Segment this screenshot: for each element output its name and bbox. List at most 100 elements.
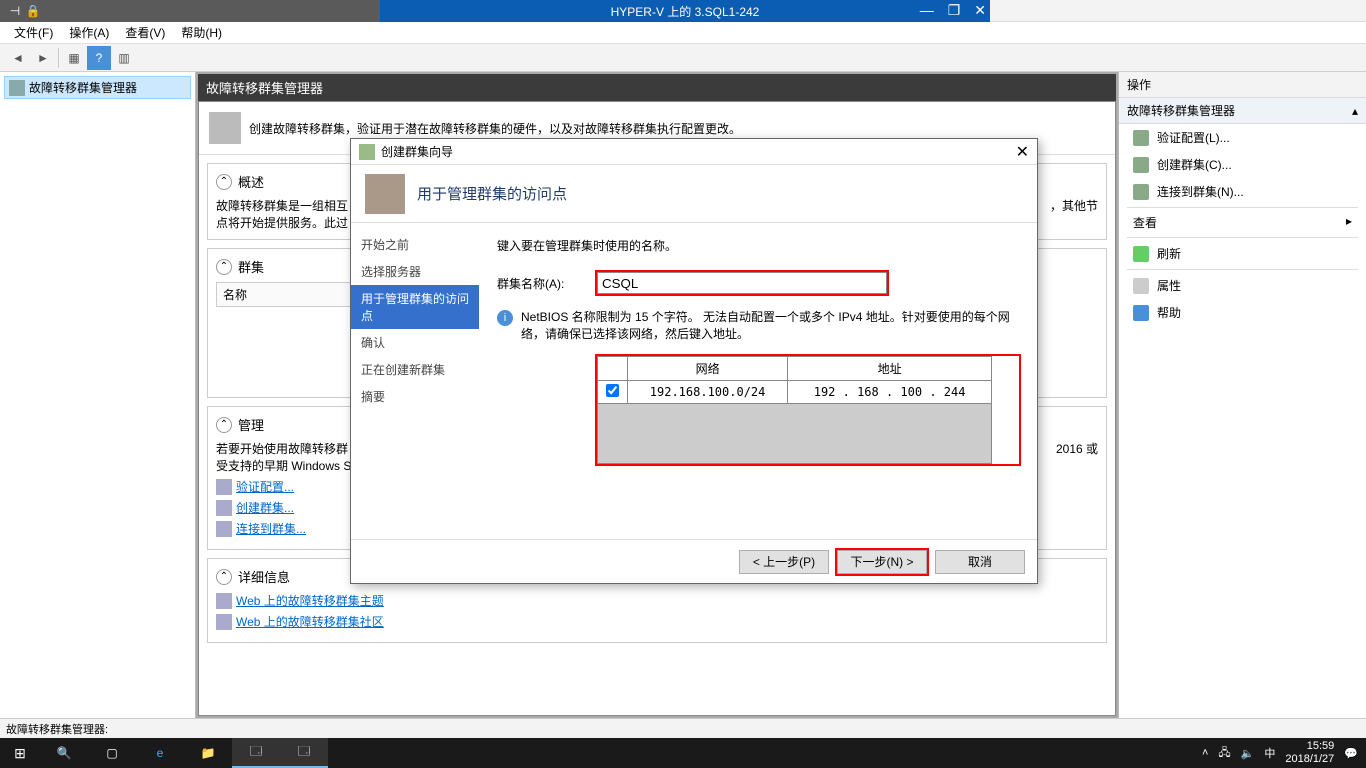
tray-volume-icon[interactable]: 🔈 bbox=[1241, 747, 1255, 760]
cluster-name-input[interactable] bbox=[597, 272, 887, 294]
wizard-titlebar: 创建群集向导 ✕ bbox=[351, 139, 1037, 165]
wizard-header-icon bbox=[365, 174, 405, 214]
toolbar-forward-button[interactable]: ► bbox=[31, 46, 55, 70]
taskbar-clock[interactable]: 15:59 2018/1/27 bbox=[1285, 740, 1334, 766]
validate-icon bbox=[216, 479, 232, 495]
action-connect-cluster[interactable]: 连接到群集(N)... bbox=[1119, 178, 1366, 205]
vm-title-text: HYPER-V 上的 3.SQL1-242 bbox=[380, 3, 990, 20]
mmc-tree-pane: 故障转移群集管理器 bbox=[0, 72, 196, 718]
tray-up-icon[interactable]: ˄ bbox=[1202, 747, 1208, 759]
toolbar-show-hide-tree-button[interactable]: ▦ bbox=[62, 46, 86, 70]
netbios-info-row: i NetBIOS 名称限制为 15 个字符。 无法自动配置一个或多个 IPv4… bbox=[497, 308, 1019, 342]
action-separator bbox=[1127, 207, 1358, 208]
action-separator bbox=[1127, 269, 1358, 270]
action-properties[interactable]: 属性 bbox=[1119, 272, 1366, 299]
refresh-icon bbox=[1133, 246, 1149, 262]
start-button[interactable]: ⊞ bbox=[0, 738, 40, 768]
link-web-community[interactable]: Web 上的故障转移群集社区 bbox=[216, 613, 1098, 630]
wizard-main: 键入要在管理群集时使用的名称。 群集名称(A): i NetBIOS 名称限制为… bbox=[479, 223, 1037, 539]
toolbar-back-button[interactable]: ◄ bbox=[6, 46, 30, 70]
tree-root-cluster-manager[interactable]: 故障转移群集管理器 bbox=[4, 76, 191, 99]
network-value: 192.168.100.0/24 bbox=[628, 381, 788, 404]
wizard-title-text: 创建群集向导 bbox=[381, 143, 453, 160]
action-create-cluster[interactable]: 创建群集(C)... bbox=[1119, 151, 1366, 178]
taskbar-ie[interactable]: e bbox=[136, 738, 184, 768]
wizard-body: 开始之前 选择服务器 用于管理群集的访问点 确认 正在创建新群集 摘要 键入要在… bbox=[351, 223, 1037, 539]
vm-pin-icon[interactable]: ⊣ bbox=[6, 4, 24, 18]
manage-text: 若要开始使用故障转移群 受支持的早期 Windows S bbox=[216, 440, 351, 474]
nav-summary[interactable]: 摘要 bbox=[351, 383, 479, 410]
vm-minimize-button[interactable]: — bbox=[920, 2, 934, 19]
action-help[interactable]: 帮助 bbox=[1119, 299, 1366, 326]
tray-network-icon[interactable]: 🖧 bbox=[1218, 744, 1230, 763]
toolbar-help-button[interactable]: ? bbox=[87, 46, 111, 70]
create-cluster-wizard: 创建群集向导 ✕ 用于管理群集的访问点 开始之前 选择服务器 用于管理群集的访问… bbox=[350, 138, 1038, 584]
menu-help[interactable]: 帮助(H) bbox=[175, 22, 228, 43]
mmc-actions-pane: 操作 故障转移群集管理器 ▴ 验证配置(L)... 创建群集(C)... 连接到… bbox=[1118, 72, 1366, 718]
cluster-name-label: 群集名称(A): bbox=[497, 275, 587, 292]
overview-header: 概述 bbox=[238, 172, 264, 191]
network-column-header: 网络 bbox=[628, 357, 788, 381]
validate-icon bbox=[1133, 130, 1149, 146]
clusters-header: 群集 bbox=[238, 257, 264, 276]
wizard-header-text: 用于管理群集的访问点 bbox=[417, 183, 567, 204]
actions-collapse-icon[interactable]: ▴ bbox=[1352, 104, 1358, 118]
action-view[interactable]: 查看▸ bbox=[1119, 210, 1366, 235]
action-separator bbox=[1127, 237, 1358, 238]
connect-icon bbox=[1133, 184, 1149, 200]
cluster-manager-tree-icon bbox=[9, 80, 25, 96]
tray-notification-icon[interactable]: 💬 bbox=[1344, 747, 1358, 760]
menu-view[interactable]: 查看(V) bbox=[119, 22, 171, 43]
wizard-next-button[interactable]: 下一步(N) > bbox=[837, 550, 927, 574]
link-web-topic[interactable]: Web 上的故障转移群集主题 bbox=[216, 592, 1098, 609]
taskbar-search[interactable]: 🔍 bbox=[40, 738, 88, 768]
details-collapse-icon[interactable]: ⌃ bbox=[216, 569, 232, 585]
wizard-close-button[interactable]: ✕ bbox=[1016, 142, 1029, 162]
wizard-footer: < 上一步(P) 下一步(N) > 取消 bbox=[351, 539, 1037, 583]
overview-collapse-icon[interactable]: ⌃ bbox=[216, 174, 232, 190]
manage-collapse-icon[interactable]: ⌃ bbox=[216, 417, 232, 433]
web-icon bbox=[216, 614, 232, 630]
address-column-header: 地址 bbox=[788, 357, 992, 381]
taskbar-cluster-manager[interactable]: 🗔 bbox=[280, 738, 328, 768]
nav-access-point[interactable]: 用于管理群集的访问点 bbox=[351, 285, 479, 329]
nav-confirm[interactable]: 确认 bbox=[351, 329, 479, 356]
clusters-collapse-icon[interactable]: ⌃ bbox=[216, 259, 232, 275]
system-tray: ˄ 🖧 🔈 中 15:59 2018/1/27 💬 bbox=[1202, 740, 1366, 766]
toolbar-refresh-button[interactable]: ▥ bbox=[112, 46, 136, 70]
create-cluster-icon bbox=[216, 500, 232, 516]
vm-lock-icon[interactable]: 🔒 bbox=[24, 4, 42, 18]
wizard-prev-button[interactable]: < 上一步(P) bbox=[739, 550, 829, 574]
taskbar: ⊞ 🔍 ▢ e 📁 🗔 🗔 ˄ 🖧 🔈 中 15:59 2018/1/27 💬 bbox=[0, 738, 1366, 768]
network-address-table: 网络 地址 192.168.100.0/24 192 . 168 . 100 .… bbox=[597, 356, 992, 464]
cluster-large-icon bbox=[209, 112, 241, 144]
nav-before-begin[interactable]: 开始之前 bbox=[351, 231, 479, 258]
wizard-cancel-button[interactable]: 取消 bbox=[935, 550, 1025, 574]
vm-close-button[interactable]: ✕ bbox=[974, 2, 986, 19]
manage-tail: 2016 或 bbox=[1056, 440, 1098, 474]
network-table-wrap: 网络 地址 192.168.100.0/24 192 . 168 . 100 .… bbox=[597, 356, 1019, 464]
taskbar-server-manager[interactable]: 🗔 bbox=[232, 738, 280, 768]
action-refresh[interactable]: 刷新 bbox=[1119, 240, 1366, 267]
wizard-header: 用于管理群集的访问点 bbox=[351, 165, 1037, 223]
connect-cluster-icon bbox=[216, 521, 232, 537]
taskbar-explorer[interactable]: 📁 bbox=[184, 738, 232, 768]
wizard-intro-text: 键入要在管理群集时使用的名称。 bbox=[497, 237, 1019, 254]
actions-pane-title: 操作 bbox=[1119, 72, 1366, 98]
tray-ime-indicator[interactable]: 中 bbox=[1264, 745, 1275, 761]
taskbar-time: 15:59 bbox=[1285, 740, 1334, 753]
nav-creating[interactable]: 正在创建新群集 bbox=[351, 356, 479, 383]
toolbar-separator bbox=[58, 48, 59, 68]
action-validate-config[interactable]: 验证配置(L)... bbox=[1119, 124, 1366, 151]
mmc-menubar: 文件(F) 操作(A) 查看(V) 帮助(H) bbox=[0, 22, 1366, 44]
help-icon bbox=[1133, 305, 1149, 321]
taskbar-taskview[interactable]: ▢ bbox=[88, 738, 136, 768]
network-checkbox[interactable] bbox=[606, 384, 619, 397]
vm-connection-titlebar: ⊣ 🔒 HYPER-V 上的 3.SQL1-242 — ❐ ✕ bbox=[0, 0, 990, 22]
menu-action[interactable]: 操作(A) bbox=[63, 22, 115, 43]
mmc-toolbar: ◄ ► ▦ ? ▥ bbox=[0, 44, 1366, 72]
menu-file[interactable]: 文件(F) bbox=[8, 22, 59, 43]
address-value[interactable]: 192 . 168 . 100 . 244 bbox=[788, 381, 992, 404]
vm-restore-button[interactable]: ❐ bbox=[948, 2, 961, 19]
nav-select-server[interactable]: 选择服务器 bbox=[351, 258, 479, 285]
